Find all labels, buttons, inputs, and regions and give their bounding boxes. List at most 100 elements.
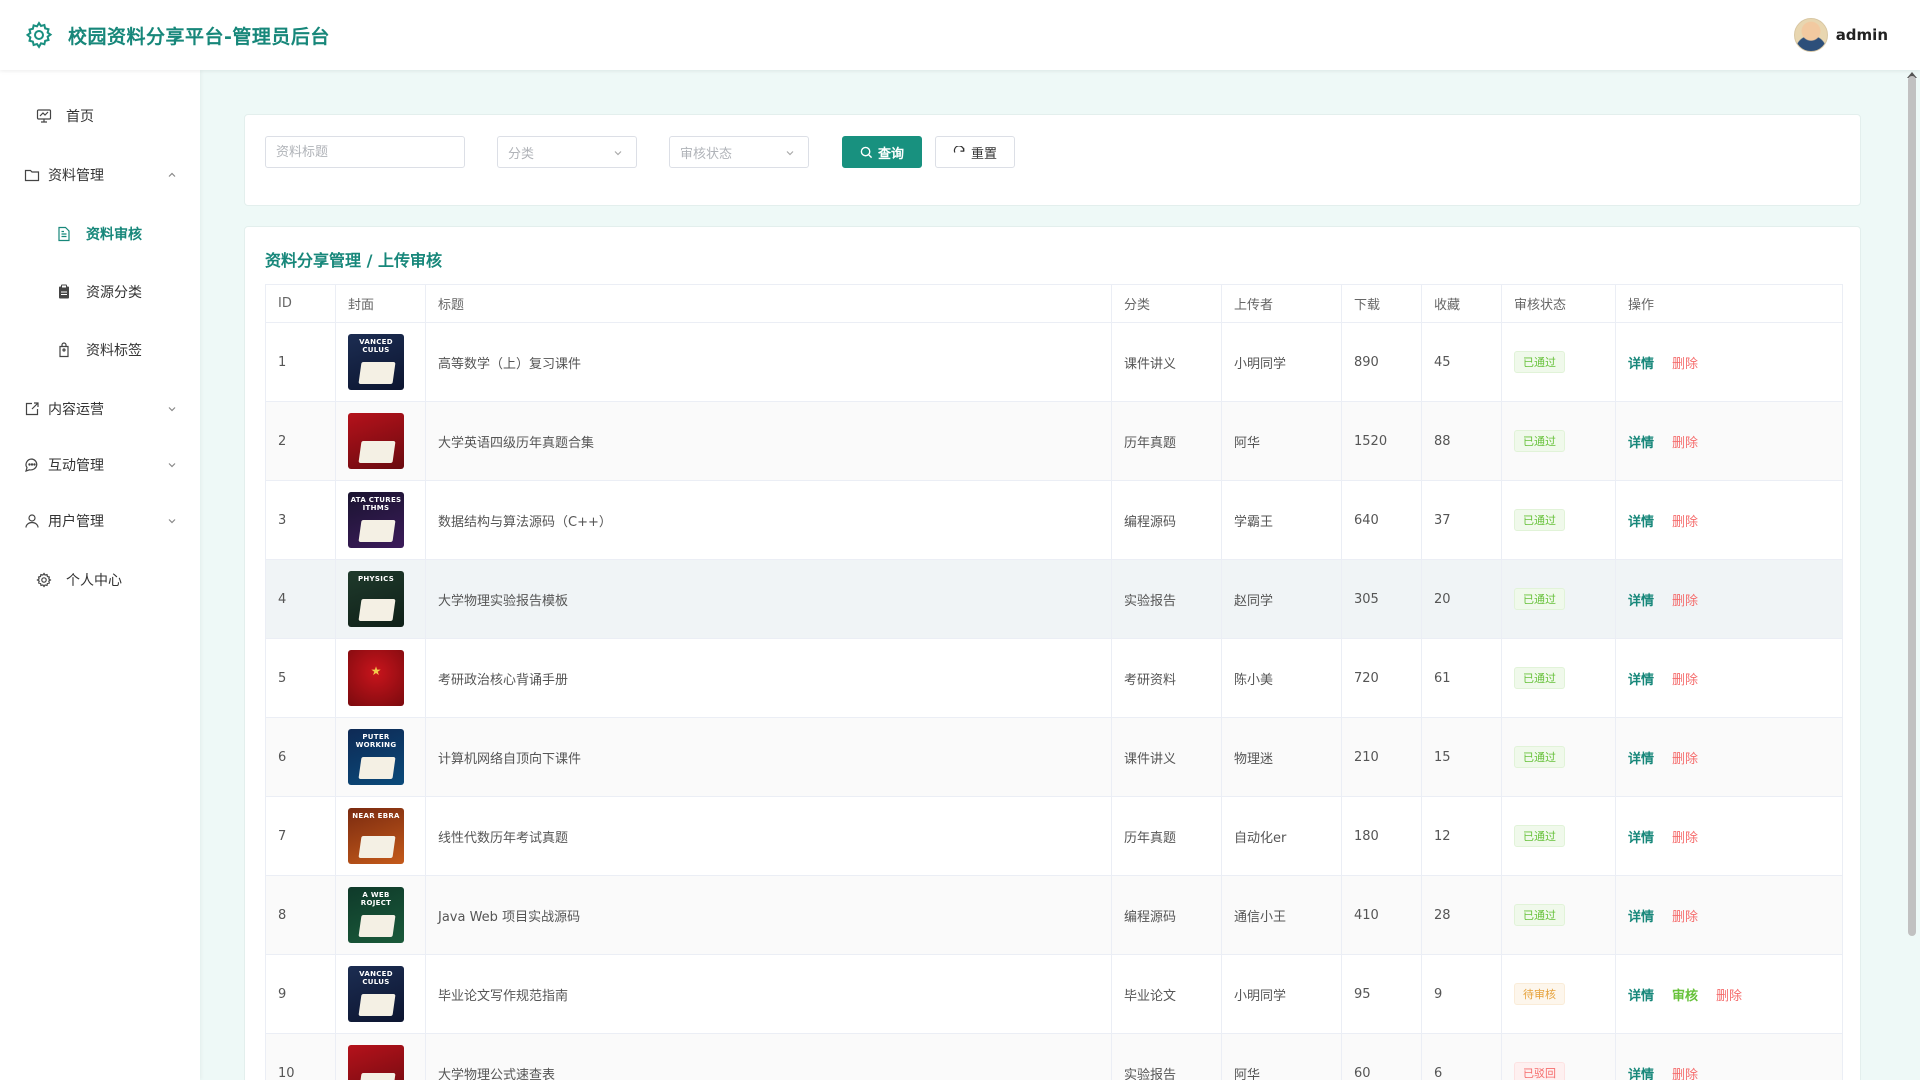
table-row[interactable]: 1 VANCED CULUS 高等数学（上）复习课件 课件讲义 小明同学 890 45 已通过…	[265, 322, 1843, 402]
user-menu[interactable]: admin	[1793, 0, 1888, 70]
table-card: 资料分享管理 / 上传审核 ID 封面 标题 分类 上传者 下载 收藏 审核状态…	[244, 226, 1861, 1080]
detail-link[interactable]: 详情	[1628, 910, 1654, 925]
page-scrollbar[interactable]	[1908, 76, 1916, 936]
cell-actions: 详情 审核 删除	[1615, 954, 1843, 1034]
book-page-shape	[358, 836, 396, 858]
detail-link[interactable]: 详情	[1628, 831, 1654, 846]
search-button[interactable]: 查询	[842, 136, 922, 168]
column-header: 封面	[335, 284, 426, 323]
section-title: 资料分享管理 / 上传审核	[265, 251, 442, 270]
cell-title: 计算机网络自顶向下课件	[425, 717, 1112, 797]
table-row[interactable]: 6 PUTER WORKING 计算机网络自顶向下课件 课件讲义 物理迷 210 15 已通过…	[265, 717, 1843, 797]
table-row[interactable]: 4 PHYSICS 大学物理实验报告模板 实验报告 赵同学 305 20 已通过 详情 删除	[265, 559, 1843, 639]
detail-link[interactable]: 详情	[1628, 357, 1654, 372]
cover-image[interactable]	[348, 1045, 404, 1080]
sidebar-item-home[interactable]: 首页	[0, 96, 200, 136]
cell-downloads: 720	[1341, 638, 1422, 718]
tag-icon	[59, 342, 69, 358]
cover-image[interactable]: VANCED CULUS	[348, 966, 404, 1022]
monitor-icon	[36, 109, 52, 123]
cover-image[interactable]: NEAR EBRA	[348, 808, 404, 864]
status-badge: 已通过	[1514, 904, 1565, 926]
cell-category: 历年真题	[1111, 401, 1222, 481]
cover-caption: PUTER WORKING	[355, 733, 397, 749]
table-row[interactable]: 8 A WEB ROJECT Java Web 项目实战源码 编程源码 通信小王 410 2…	[265, 875, 1843, 955]
delete-link[interactable]: 删除	[1716, 989, 1742, 1004]
cell-cover: PHYSICS	[335, 559, 426, 639]
cover-image[interactable]: PHYSICS	[348, 571, 404, 627]
cover-image[interactable]: PUTER WORKING	[348, 729, 404, 785]
cell-id: 9	[265, 954, 336, 1034]
avatar[interactable]	[1793, 18, 1828, 52]
cell-downloads: 210	[1341, 717, 1422, 797]
cell-category: 编程源码	[1111, 480, 1222, 560]
cell-title: 大学物理公式速查表	[425, 1033, 1112, 1080]
cover-image[interactable]: A WEB ROJECT	[348, 887, 404, 943]
status-badge: 已通过	[1514, 430, 1565, 452]
detail-link[interactable]: 详情	[1628, 1068, 1654, 1080]
delete-link[interactable]: 删除	[1672, 910, 1698, 925]
status-badge: 已通过	[1514, 588, 1565, 610]
username[interactable]: admin	[1836, 26, 1888, 44]
cell-id: 5	[265, 638, 336, 718]
cell-uploader: 陈小美	[1221, 638, 1342, 718]
cell-downloads: 1520	[1341, 401, 1422, 481]
sidebar-item-material-review[interactable]: 资料审核	[0, 214, 200, 254]
table-row[interactable]: 9 VANCED CULUS 毕业论文写作规范指南 毕业论文 小明同学 95 9 待审核 详情审…	[265, 954, 1843, 1034]
detail-link[interactable]: 详情	[1628, 594, 1654, 609]
detail-link[interactable]: 详情	[1628, 673, 1654, 688]
delete-link[interactable]: 删除	[1672, 436, 1698, 451]
cell-status: 已通过	[1501, 322, 1616, 402]
sidebar-item-interaction[interactable]: 互动管理	[0, 445, 200, 485]
delete-link[interactable]: 删除	[1672, 515, 1698, 530]
edit-icon	[25, 402, 39, 416]
cell-actions: 详情 删除	[1615, 717, 1843, 797]
table-row[interactable]: 5 ★ 考研政治核心背诵手册 考研资料 陈小美 720 61 已通过 详情 删除	[265, 638, 1843, 718]
user-icon	[25, 514, 39, 528]
cover-image[interactable]	[348, 413, 404, 469]
table-row[interactable]: 3 ATA CTURES ITHMS 数据结构与算法源码（C++） 编程源码 学霸王 64…	[265, 480, 1843, 560]
delete-link[interactable]: 删除	[1672, 357, 1698, 372]
sidebar-item-content-ops[interactable]: 内容运营	[0, 389, 200, 429]
cell-downloads: 180	[1341, 796, 1422, 876]
cover-image[interactable]: VANCED CULUS	[348, 334, 404, 390]
sidebar-item-tags[interactable]: 资料标签	[0, 330, 200, 370]
table-row[interactable]: 2 大学英语四级历年真题合集 历年真题 阿华 1520 88 已通过 详情 删除	[265, 401, 1843, 481]
cell-favorites: 9	[1421, 954, 1502, 1034]
sidebar-item-profile[interactable]: 个人中心	[0, 560, 200, 600]
cover-image[interactable]: ★	[348, 650, 404, 706]
category-select[interactable]: 分类	[497, 136, 637, 168]
cell-cover: A WEB ROJECT	[335, 875, 426, 955]
table-row[interactable]: 7 NEAR EBRA 线性代数历年考试真题 历年真题 自动化er 180 12 已通过 详情 删…	[265, 796, 1843, 876]
status-select[interactable]: 审核状态	[669, 136, 809, 168]
column-header: 上传者	[1221, 284, 1342, 323]
cover-image[interactable]: ATA CTURES ITHMS	[348, 492, 404, 548]
sidebar-item-users[interactable]: 用户管理	[0, 501, 200, 541]
delete-link[interactable]: 删除	[1672, 1068, 1698, 1080]
status-badge: 已通过	[1514, 667, 1565, 689]
cell-cover: VANCED CULUS	[335, 322, 426, 402]
app-title: 校园资料分享平台-管理员后台	[68, 25, 330, 48]
cell-actions: 详情 删除	[1615, 796, 1843, 876]
cell-actions: 详情 删除	[1615, 1033, 1843, 1080]
cell-downloads: 60	[1341, 1033, 1422, 1080]
cell-title: Java Web 项目实战源码	[425, 875, 1112, 955]
detail-link[interactable]: 详情	[1628, 989, 1654, 1004]
delete-link[interactable]: 删除	[1672, 673, 1698, 688]
delete-link[interactable]: 删除	[1672, 831, 1698, 846]
delete-link[interactable]: 删除	[1672, 752, 1698, 767]
reset-button[interactable]: 重置	[935, 136, 1015, 168]
table-row[interactable]: 10 大学物理公式速查表 实验报告 阿华 60 6 已驳回 详情 删除	[265, 1033, 1843, 1080]
delete-link[interactable]: 删除	[1672, 594, 1698, 609]
sidebar-item-categories[interactable]: 资源分类	[0, 272, 200, 312]
review-link[interactable]: 审核	[1672, 989, 1698, 1004]
cell-category: 历年真题	[1111, 796, 1222, 876]
sidebar-item-materials[interactable]: 资料管理	[0, 155, 200, 195]
top-header: 校园资料分享平台-管理员后台 admin	[0, 0, 1920, 70]
detail-link[interactable]: 详情	[1628, 515, 1654, 530]
title-search-input[interactable]	[265, 136, 465, 168]
detail-link[interactable]: 详情	[1628, 752, 1654, 767]
chevron-down-icon	[168, 463, 176, 468]
detail-link[interactable]: 详情	[1628, 436, 1654, 451]
sidebar: 首页 资料管理 资料审核 资源分类 资料标签 内容运营 互动管理 用户管理 个人…	[0, 70, 200, 1080]
